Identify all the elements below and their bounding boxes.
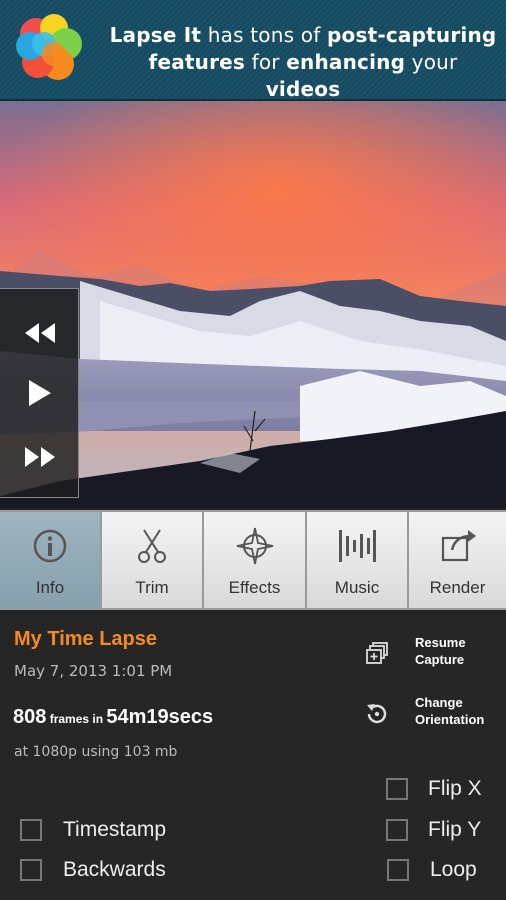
promo-banner: Lapse It has tons of post-capturing feat…	[0, 0, 506, 101]
music-icon	[339, 530, 376, 562]
flip-y-option[interactable]: Flip Y	[386, 815, 481, 845]
tab-music[interactable]: Music	[307, 512, 407, 608]
flip-y-checkbox[interactable]	[386, 819, 408, 841]
rewind-icon	[25, 323, 55, 343]
resume-capture-button[interactable]: Resume Capture	[363, 632, 503, 676]
video-preview[interactable]	[0, 101, 506, 508]
resume-capture-icon	[366, 642, 388, 664]
rewind-button[interactable]	[22, 315, 58, 351]
render-meta: at 1080p using 103 mb	[14, 744, 178, 760]
tool-tabbar: Info Trim Effects Music Render	[0, 510, 506, 610]
lapse-it-logo	[16, 14, 82, 80]
banner-headline: Lapse It has tons of post-capturing feat…	[109, 23, 497, 101]
loop-option[interactable]: Loop	[387, 855, 477, 885]
play-button[interactable]	[22, 375, 58, 411]
playback-controls	[0, 288, 79, 498]
play-icon	[29, 380, 51, 406]
backwards-checkbox[interactable]	[20, 859, 42, 881]
lapse-date: May 7, 2013 1:01 PM	[14, 662, 173, 680]
timestamp-checkbox[interactable]	[20, 819, 42, 841]
flip-x-option[interactable]: Flip X	[386, 774, 482, 804]
backwards-option[interactable]: Backwards	[20, 855, 166, 885]
scissors-icon	[138, 529, 166, 563]
effects-icon	[236, 527, 273, 565]
tab-render[interactable]: Render	[409, 512, 506, 608]
tab-info[interactable]: Info	[0, 512, 100, 608]
change-orientation-button[interactable]: Change Orientation	[363, 692, 503, 736]
share-icon	[441, 530, 476, 562]
frames-summary: 808 frames in 54m19secs	[13, 706, 214, 728]
loop-checkbox[interactable]	[387, 859, 409, 881]
rotate-icon	[367, 704, 387, 724]
fast-forward-icon	[25, 447, 55, 467]
info-icon	[33, 529, 67, 563]
info-panel: My Time Lapse May 7, 2013 1:01 PM 808 fr…	[0, 610, 506, 900]
tab-trim[interactable]: Trim	[102, 512, 202, 608]
timestamp-option[interactable]: Timestamp	[20, 815, 166, 845]
lapse-title[interactable]: My Time Lapse	[14, 628, 157, 651]
flip-x-checkbox[interactable]	[386, 778, 408, 800]
tab-effects[interactable]: Effects	[204, 512, 305, 608]
fast-forward-button[interactable]	[22, 439, 58, 475]
